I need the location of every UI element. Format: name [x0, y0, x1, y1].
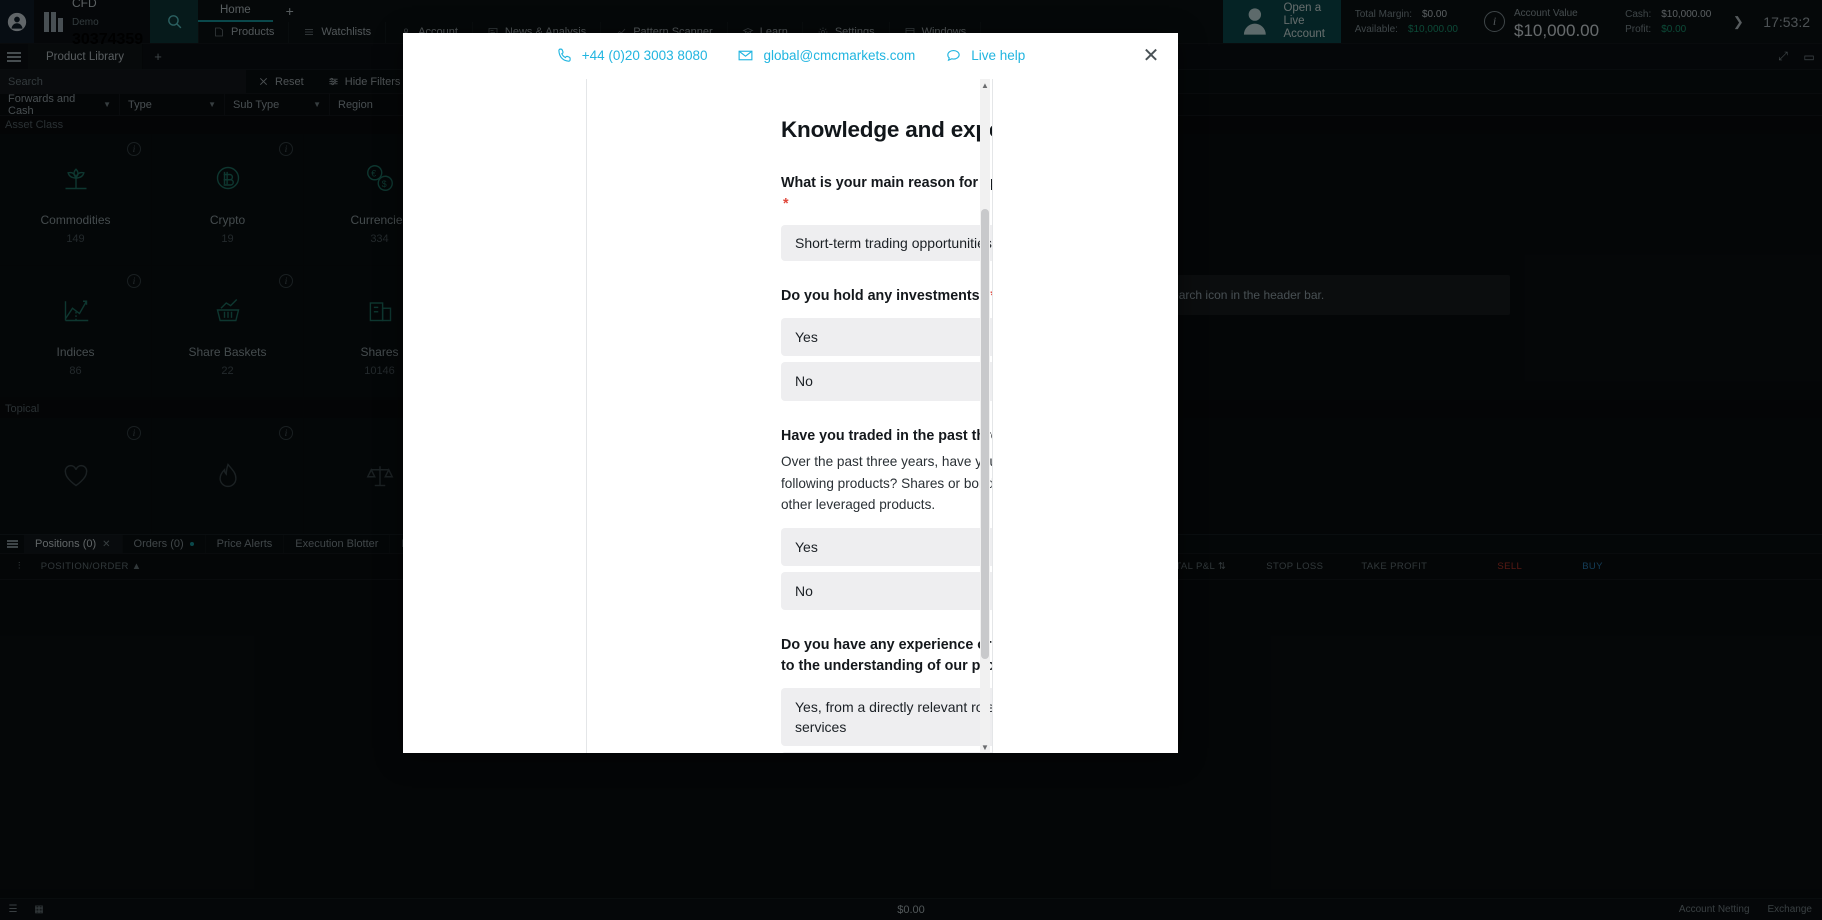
option-investments-no[interactable]: No: [781, 362, 992, 401]
main-reason-select[interactable]: Short-term trading opportunities: [781, 225, 992, 262]
option-experience-qualification[interactable]: Yes, a relevant professional qualificati…: [781, 752, 992, 753]
close-modal-button[interactable]: ✕: [1138, 43, 1164, 69]
modal-left-panel: [403, 79, 587, 753]
knowledge-experience-modal: +44 (0)20 3003 8080 global@cmcmarkets.co…: [403, 33, 1178, 753]
modal-header: +44 (0)20 3003 8080 global@cmcmarkets.co…: [403, 33, 1178, 79]
select-value: Short-term trading opportunities: [795, 235, 992, 252]
chat-icon: [947, 49, 960, 62]
scroll-up-icon[interactable]: ▲: [980, 79, 990, 91]
modal-overlay[interactable]: +44 (0)20 3003 8080 global@cmcmarkets.co…: [0, 0, 1822, 920]
scroll-down-icon[interactable]: ▼: [980, 741, 990, 753]
question-label: Have you traded in the past three years?…: [781, 427, 992, 444]
question-experience-qualifications: Do you have any experience or qualificat…: [781, 635, 992, 753]
mail-icon: [739, 50, 753, 61]
modal-body: Knowledge and experience What is your ma…: [403, 79, 1178, 753]
question-hold-investments: Do you hold any investments?* Yes No: [781, 286, 992, 401]
question-help-text: Over the past three years, have you trad…: [781, 454, 992, 512]
question-traded-past-three-years: Have you traded in the past three years?…: [781, 426, 992, 611]
page-title: Knowledge and experience: [781, 117, 992, 142]
contact-email[interactable]: global@cmcmarkets.com: [737, 47, 915, 64]
phone-icon: [558, 48, 571, 62]
modal-scroll-area[interactable]: Knowledge and experience What is your ma…: [587, 79, 992, 753]
option-traded-yes[interactable]: Yes: [781, 527, 992, 566]
option-investments-yes[interactable]: Yes: [781, 318, 992, 357]
option-traded-no[interactable]: No: [781, 571, 992, 611]
question-label: Do you hold any investments?*: [781, 286, 992, 307]
question-main-reason: What is your main reason for applying fo…: [781, 173, 992, 262]
modal-right-panel: [992, 79, 1178, 753]
modal-scrollbar[interactable]: ▲ ▼: [980, 79, 990, 753]
required-marker: *: [990, 288, 992, 304]
required-marker: *: [783, 195, 789, 212]
scrollbar-thumb[interactable]: [981, 209, 989, 659]
contact-live-help[interactable]: Live help: [945, 47, 1025, 64]
question-label: What is your main reason for applying fo…: [781, 175, 992, 212]
option-experience-role[interactable]: Yes, from a directly relevant role in fi…: [781, 687, 992, 747]
contact-phone[interactable]: +44 (0)20 3003 8080: [556, 47, 707, 64]
question-label: Do you have any experience or qualificat…: [781, 637, 992, 674]
knowledge-experience-form: Knowledge and experience What is your ma…: [781, 117, 992, 753]
